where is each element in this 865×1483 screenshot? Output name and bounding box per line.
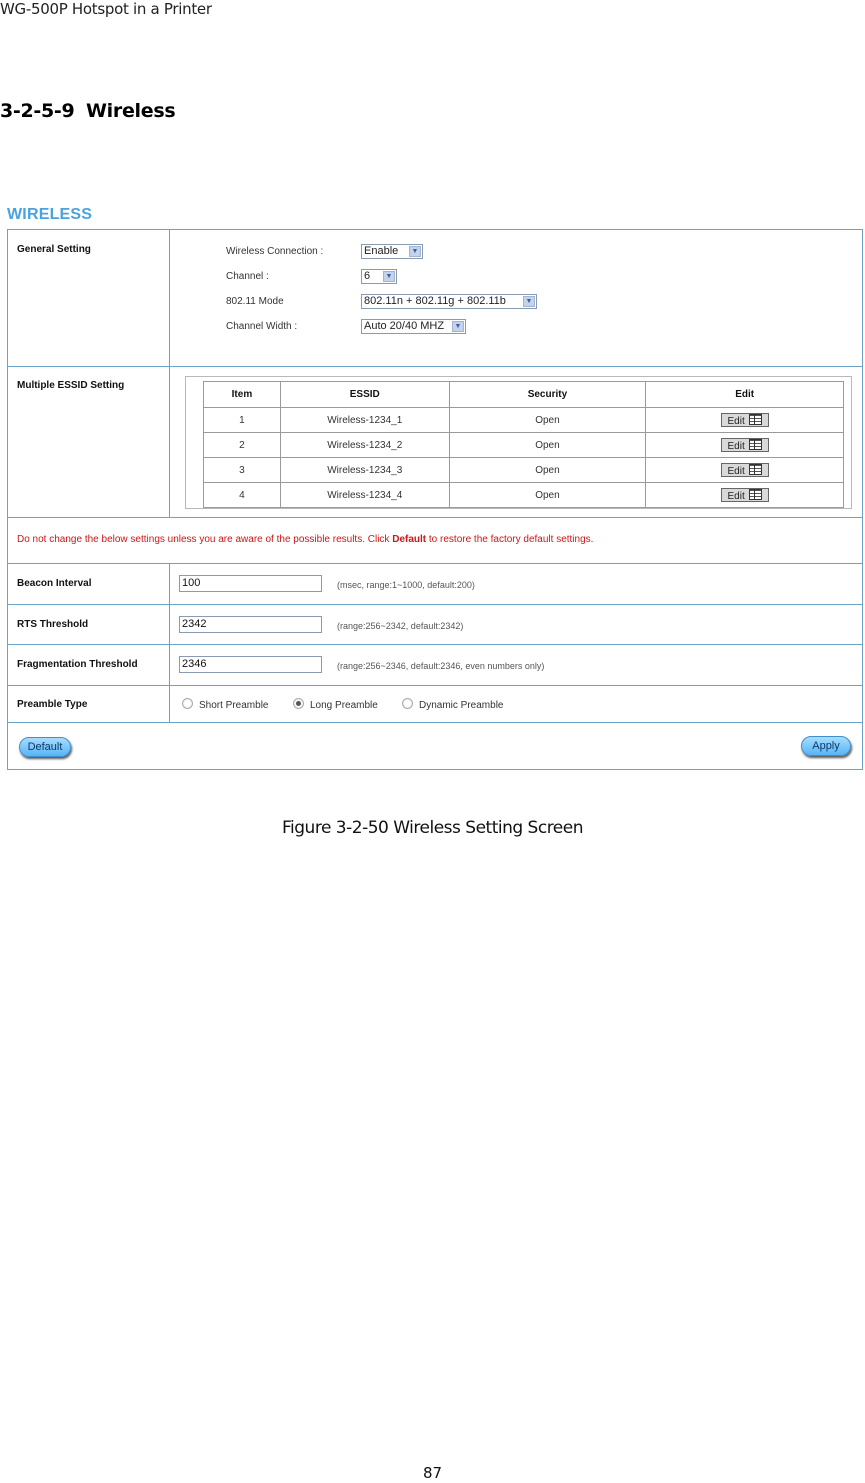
beacon-interval-label: Beacon Interval [17, 578, 92, 589]
edit-list-icon [748, 464, 762, 475]
radio-button[interactable] [182, 698, 193, 709]
chevron-down-icon: ▼ [523, 296, 535, 307]
rts-threshold-hint: (range:256~2342, default:2342) [337, 621, 464, 631]
wireless-settings-panel: General Setting Wireless Connection : En… [7, 229, 863, 770]
essid-table-header: Item ESSID Security Edit [203, 381, 844, 408]
radio-button-checked[interactable] [293, 698, 304, 709]
rts-threshold-input[interactable]: 2342 [179, 616, 322, 633]
channel-select[interactable]: 6 ▼ [361, 269, 397, 284]
item-cell: 3 [203, 457, 281, 483]
channel-width-select[interactable]: Auto 20/40 MHZ ▼ [361, 319, 466, 334]
actions-row: Default Apply [8, 722, 862, 771]
table-row: 4 Wireless-1234_4 Open Edit [203, 482, 844, 508]
fragmentation-threshold-input[interactable]: 2346 [179, 656, 322, 673]
item-cell: 4 [203, 482, 281, 508]
figure-caption: Figure 3-2-50 Wireless Setting Screen [282, 818, 584, 838]
column-header-edit: Edit [645, 381, 844, 408]
general-setting-row: General Setting Wireless Connection : En… [8, 230, 862, 366]
essid-cell: Wireless-1234_2 [279, 432, 450, 458]
radio-button[interactable] [402, 698, 413, 709]
apply-button[interactable]: Apply [801, 736, 851, 756]
mode-label: 802.11 Mode [226, 296, 284, 307]
security-cell: Open [448, 457, 647, 483]
column-header-item: Item [203, 381, 281, 408]
table-row: 3 Wireless-1234_3 Open Edit [203, 457, 844, 483]
security-cell: Open [448, 432, 647, 458]
preamble-type-label: Preamble Type [17, 699, 88, 710]
preamble-type-row: Preamble Type Short Preamble Long Preamb… [8, 685, 862, 723]
edit-button[interactable]: Edit [720, 463, 769, 477]
mode-select[interactable]: 802.11n + 802.11g + 802.11b ▼ [361, 294, 537, 309]
section-title: Wireless [86, 100, 176, 122]
channel-label: Channel : [226, 271, 269, 282]
table-row: 1 Wireless-1234_1 Open Edit [203, 407, 844, 433]
column-header-essid: ESSID [279, 381, 450, 408]
item-cell: 1 [203, 407, 281, 433]
edit-list-icon [748, 414, 762, 425]
wireless-connection-label: Wireless Connection : [226, 246, 324, 257]
rts-threshold-row: RTS Threshold 2342 (range:256~2342, defa… [8, 604, 862, 645]
panel-title: WIRELESS [7, 206, 93, 223]
general-setting-label: General Setting [17, 244, 91, 255]
edit-button[interactable]: Edit [720, 488, 769, 502]
short-preamble-option[interactable]: Short Preamble [182, 698, 268, 711]
warning-row: Do not change the below settings unless … [8, 517, 862, 564]
rts-threshold-label: RTS Threshold [17, 619, 89, 630]
item-cell: 2 [203, 432, 281, 458]
fragmentation-threshold-row: Fragmentation Threshold 2346 (range:256~… [8, 644, 862, 686]
essid-table: Item ESSID Security Edit 1 Wireless-1234… [203, 381, 844, 508]
section-heading: 3-2-5-9 Wireless [0, 100, 176, 122]
fragmentation-threshold-label: Fragmentation Threshold [17, 659, 138, 670]
beacon-interval-input[interactable]: 100 [179, 575, 322, 592]
edit-list-icon [748, 439, 762, 450]
default-button[interactable]: Default [19, 737, 71, 757]
page-number: 87 [422, 1464, 443, 1482]
essid-setting-row: Multiple ESSID Setting Item ESSID Securi… [8, 366, 862, 518]
warning-text: Do not change the below settings unless … [17, 534, 594, 545]
essid-cell: Wireless-1234_1 [279, 407, 450, 433]
dynamic-preamble-option[interactable]: Dynamic Preamble [402, 698, 503, 711]
chevron-down-icon: ▼ [452, 321, 464, 332]
wireless-connection-select[interactable]: Enable ▼ [361, 244, 423, 259]
beacon-interval-row: Beacon Interval 100 (msec, range:1~1000,… [8, 563, 862, 605]
column-header-security: Security [448, 381, 647, 408]
chevron-down-icon: ▼ [383, 271, 395, 282]
security-cell: Open [448, 407, 647, 433]
essid-cell: Wireless-1234_4 [279, 482, 450, 508]
essid-table-frame: Item ESSID Security Edit 1 Wireless-1234… [185, 376, 852, 509]
section-number: 3-2-5-9 [0, 100, 75, 122]
edit-list-icon [748, 489, 762, 500]
fragmentation-threshold-hint: (range:256~2346, default:2346, even numb… [337, 661, 545, 671]
essid-setting-label: Multiple ESSID Setting [17, 380, 125, 391]
document-header: WG-500P Hotspot in a Printer [0, 0, 212, 18]
edit-button[interactable]: Edit [720, 438, 769, 452]
table-row: 2 Wireless-1234_2 Open Edit [203, 432, 844, 458]
beacon-interval-hint: (msec, range:1~1000, default:200) [337, 580, 475, 590]
channel-width-label: Channel Width : [226, 321, 298, 332]
essid-cell: Wireless-1234_3 [279, 457, 450, 483]
chevron-down-icon: ▼ [409, 246, 421, 257]
long-preamble-option[interactable]: Long Preamble [293, 698, 378, 711]
edit-button[interactable]: Edit [720, 413, 769, 427]
security-cell: Open [448, 482, 647, 508]
